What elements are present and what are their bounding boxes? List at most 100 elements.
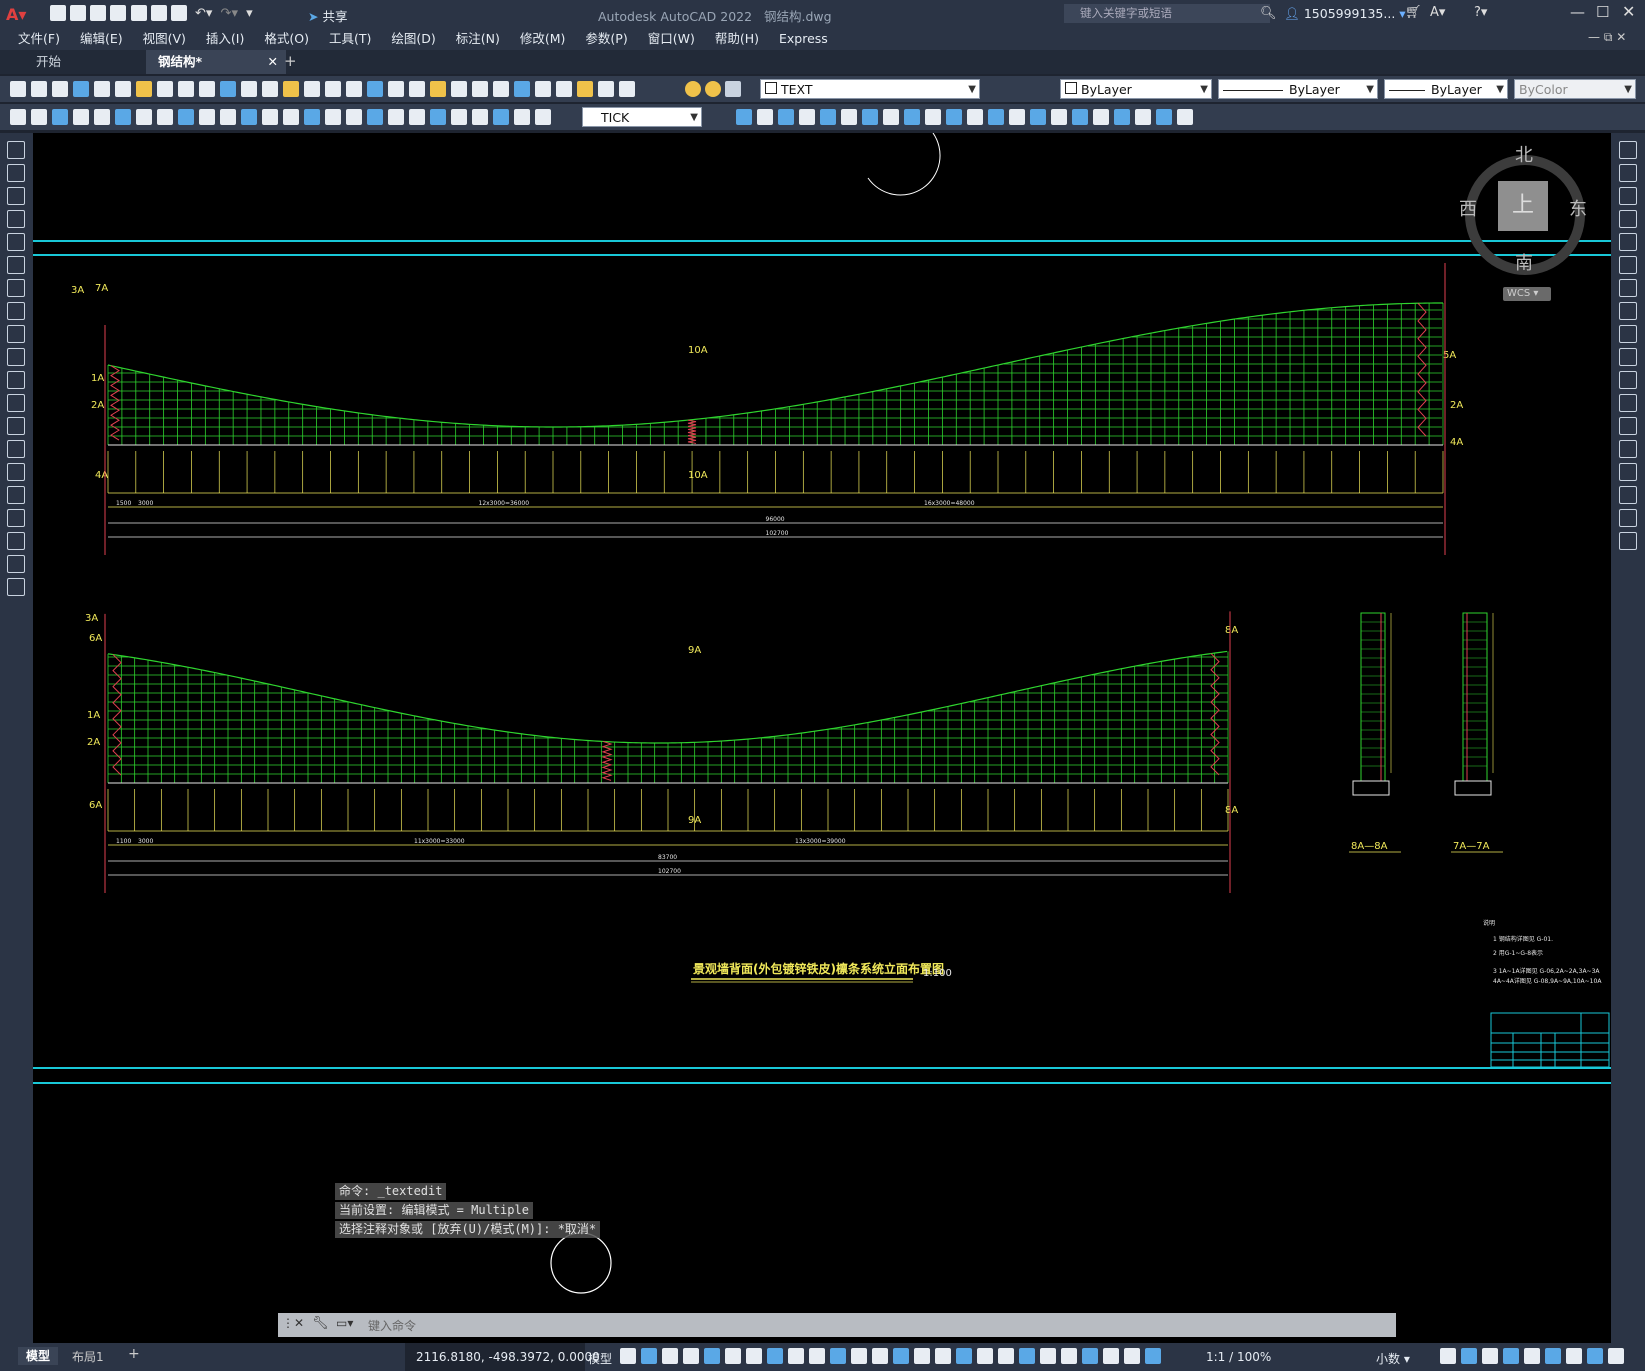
std-16-icon[interactable]	[346, 81, 362, 97]
dim-25-icon[interactable]	[535, 109, 551, 125]
status-21-icon[interactable]	[1061, 1348, 1077, 1364]
mod-10-icon[interactable]	[946, 109, 962, 125]
statusr-8-icon[interactable]	[1608, 1348, 1624, 1364]
plotstyle-dropdown[interactable]: ByColor ▼	[1514, 79, 1636, 99]
close-button[interactable]: ✕	[1622, 2, 1635, 21]
dim-3-icon[interactable]	[73, 109, 89, 125]
menu-item-5[interactable]: 工具(T)	[319, 28, 381, 50]
dim-5-icon[interactable]	[115, 109, 131, 125]
std-14-icon[interactable]	[304, 81, 320, 97]
mod-2-icon[interactable]	[778, 109, 794, 125]
std-13-icon[interactable]	[283, 81, 299, 97]
status-8-icon[interactable]	[788, 1348, 804, 1364]
std-15-icon[interactable]	[325, 81, 341, 97]
annotation-scale[interactable]: 1:1 / 100%	[1206, 1350, 1271, 1364]
share-button[interactable]: ➤ 共享	[308, 6, 347, 25]
draw-12-icon[interactable]	[7, 417, 25, 435]
mod-0-icon[interactable]	[736, 109, 752, 125]
dim-1-icon[interactable]	[31, 109, 47, 125]
status-5-icon[interactable]	[725, 1348, 741, 1364]
statusr-6-icon[interactable]	[1566, 1348, 1582, 1364]
status-6-icon[interactable]	[746, 1348, 762, 1364]
modify-11-icon[interactable]	[1619, 394, 1637, 412]
std-12-icon[interactable]	[262, 81, 278, 97]
viewcube-west[interactable]: 西	[1459, 195, 1477, 221]
std-25-icon[interactable]	[535, 81, 551, 97]
menu-item-12[interactable]: Express	[769, 28, 838, 50]
status-22-icon[interactable]	[1082, 1348, 1098, 1364]
draw-14-icon[interactable]	[7, 463, 25, 481]
dim-17-icon[interactable]	[367, 109, 383, 125]
minimize-button[interactable]: —	[1570, 3, 1585, 21]
units-dropdown[interactable]: 小数 ▾	[1376, 1350, 1410, 1367]
draw-5-icon[interactable]	[7, 256, 25, 274]
menu-item-6[interactable]: 绘图(D)	[381, 28, 445, 50]
modify-10-icon[interactable]	[1619, 371, 1637, 389]
dimstyle-dropdown[interactable]: TICK ▼	[582, 107, 702, 127]
mod-14-icon[interactable]	[1030, 109, 1046, 125]
status-25-icon[interactable]	[1145, 1348, 1161, 1364]
status-20-icon[interactable]	[1040, 1348, 1056, 1364]
std-26-icon[interactable]	[556, 81, 572, 97]
dim-14-icon[interactable]	[304, 109, 320, 125]
std-17-icon[interactable]	[367, 81, 383, 97]
dim-8-icon[interactable]	[178, 109, 194, 125]
std-3-icon[interactable]	[73, 81, 89, 97]
mod-6-icon[interactable]	[862, 109, 878, 125]
draw-17-icon[interactable]	[7, 532, 25, 550]
mod-9-icon[interactable]	[925, 109, 941, 125]
mod-13-icon[interactable]	[1009, 109, 1025, 125]
modify-1-icon[interactable]	[1619, 164, 1637, 182]
std-1-icon[interactable]	[31, 81, 47, 97]
viewcube-top-face[interactable]: 上	[1498, 181, 1548, 231]
dim-9-icon[interactable]	[199, 109, 215, 125]
mod-7-icon[interactable]	[883, 109, 899, 125]
std-8-icon[interactable]	[178, 81, 194, 97]
open-icon[interactable]	[70, 5, 87, 21]
redo-icon[interactable]: ↷▾	[221, 6, 238, 21]
dim-16-icon[interactable]	[346, 109, 362, 125]
std-9-icon[interactable]	[199, 81, 215, 97]
modify-14-icon[interactable]	[1619, 463, 1637, 481]
dim-20-icon[interactable]	[430, 109, 446, 125]
tab-current-drawing[interactable]: 钢结构* ✕	[146, 50, 286, 74]
import-icon[interactable]	[150, 5, 167, 21]
status-14-icon[interactable]	[914, 1348, 930, 1364]
command-grip-icon[interactable]: ⋮✕	[282, 1316, 304, 1330]
autocad-logo-icon[interactable]: A▾	[6, 5, 26, 24]
mod-12-icon[interactable]	[988, 109, 1004, 125]
layer-freeze-icon[interactable]	[705, 81, 722, 97]
statusr-7-icon[interactable]	[1587, 1348, 1603, 1364]
dim-6-icon[interactable]	[136, 109, 152, 125]
dim-23-icon[interactable]	[493, 109, 509, 125]
menu-item-4[interactable]: 格式(O)	[254, 28, 319, 50]
modify-9-icon[interactable]	[1619, 348, 1637, 366]
modify-3-icon[interactable]	[1619, 210, 1637, 228]
status-16-icon[interactable]	[956, 1348, 972, 1364]
status-3-icon[interactable]	[683, 1348, 699, 1364]
window-controls[interactable]: — ⧉ ✕	[1588, 30, 1626, 45]
mod-1-icon[interactable]	[757, 109, 773, 125]
draw-13-icon[interactable]	[7, 440, 25, 458]
mod-8-icon[interactable]	[904, 109, 920, 125]
draw-1-icon[interactable]	[7, 164, 25, 182]
drawing-canvas[interactable]: 1500 3000 12x3000=36000 16x3000=48000 96000 1…	[33, 133, 1611, 1343]
customize-icon[interactable]: ▾	[246, 6, 253, 21]
std-7-icon[interactable]	[157, 81, 173, 97]
status-4-icon[interactable]	[704, 1348, 720, 1364]
layer-on-icon[interactable]	[685, 81, 701, 97]
save-icon[interactable]	[90, 5, 107, 21]
std-19-icon[interactable]	[409, 81, 425, 97]
statusr-3-icon[interactable]	[1503, 1348, 1519, 1364]
menu-item-1[interactable]: 编辑(E)	[70, 28, 133, 50]
help-icon[interactable]: ?▾	[1474, 5, 1487, 20]
autodesk-app-icon[interactable]: A▾	[1430, 5, 1445, 20]
dim-11-icon[interactable]	[241, 109, 257, 125]
menu-item-2[interactable]: 视图(V)	[133, 28, 196, 50]
modify-4-icon[interactable]	[1619, 233, 1637, 251]
std-21-icon[interactable]	[451, 81, 467, 97]
lineweight-dropdown[interactable]: ByLayer ▼	[1384, 79, 1508, 99]
mod-16-icon[interactable]	[1072, 109, 1088, 125]
mod-3-icon[interactable]	[799, 109, 815, 125]
layer-lock-icon[interactable]	[725, 81, 742, 97]
